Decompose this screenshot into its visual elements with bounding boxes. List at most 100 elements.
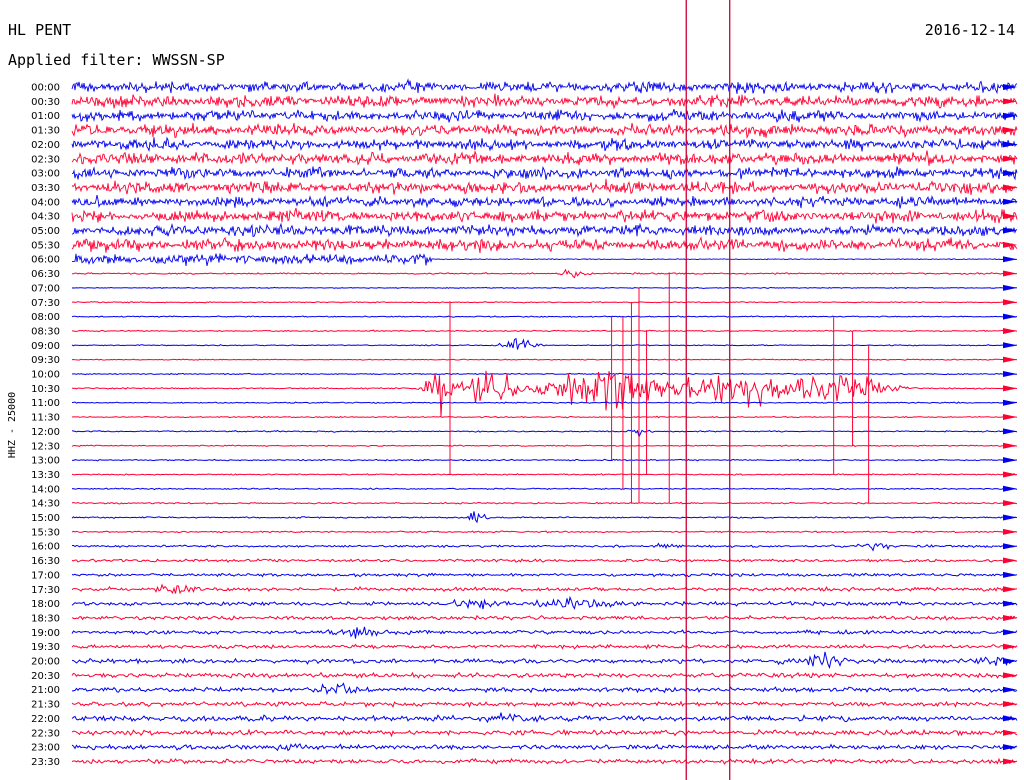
trace-line-0800	[71, 315, 1018, 318]
trace-end-arrow	[1003, 686, 1017, 693]
time-tick-label: 14:30	[31, 499, 60, 510]
time-tick-label: 09:30	[31, 355, 60, 366]
trace-end-arrow	[1003, 356, 1017, 363]
trace-end-arrow	[1003, 500, 1017, 507]
trace-end-arrow	[1003, 256, 1017, 263]
trace-line-1900	[71, 626, 1018, 639]
trace-line-0730	[71, 301, 1018, 304]
trace-end-arrow	[1003, 313, 1017, 320]
time-tick-label: 02:00	[31, 140, 60, 151]
trace-end-arrow	[1003, 442, 1017, 449]
time-tick-label: 10:00	[31, 370, 60, 381]
trace-end-arrow	[1003, 744, 1017, 751]
trace-end-arrow	[1003, 457, 1017, 464]
time-tick-label: 17:30	[31, 585, 60, 596]
trace-end-arrow	[1003, 758, 1017, 765]
time-tick-label: 06:00	[31, 255, 60, 266]
trace-line-1230	[71, 444, 1018, 447]
trace-line-0700	[71, 286, 1018, 290]
trace-end-arrow	[1003, 327, 1017, 334]
trace-line-0530	[71, 235, 1018, 254]
time-tick-label: 15:30	[31, 527, 60, 538]
trace-line-1600	[71, 542, 1018, 552]
trace-line-1630	[71, 558, 1018, 564]
trace-end-arrow	[1003, 399, 1017, 406]
trace-line-2100	[71, 682, 1018, 696]
trace-line-0430	[71, 207, 1018, 224]
time-tick-label: 08:30	[31, 326, 60, 337]
time-tick-label: 14:00	[31, 484, 60, 495]
trace-line-1000	[71, 372, 1017, 376]
time-tick-label: 04:30	[31, 212, 60, 223]
time-tick-label: 22:00	[31, 714, 60, 725]
time-tick-label: 17:00	[31, 570, 60, 581]
time-tick-label: 21:00	[31, 685, 60, 696]
trace-end-arrow	[1003, 270, 1017, 277]
time-tick-label: 00:00	[31, 83, 60, 94]
trace-line-0130	[71, 122, 1018, 139]
trace-end-arrow	[1003, 414, 1017, 421]
trace-line-1130	[71, 415, 1018, 419]
trace-end-arrow	[1003, 514, 1017, 521]
trace-line-0000	[71, 78, 1018, 95]
seismogram-plot: 00:00 00:30 01:00 01:30 02:00 02:30 03:00 03:30…	[31, 0, 1018, 780]
time-tick-label: 13:30	[31, 470, 60, 481]
trace-end-arrow	[1003, 428, 1017, 435]
trace-line-1330	[71, 473, 1018, 476]
trace-end-arrow	[1003, 170, 1017, 177]
trace-line-1400	[71, 487, 1018, 491]
trace-end-arrow	[1003, 471, 1017, 478]
trace-line-2230	[71, 728, 1018, 738]
time-tick-label: 23:30	[31, 757, 60, 768]
time-tick-label: 20:30	[31, 671, 60, 682]
trace-line-1730	[71, 583, 1018, 595]
time-tick-label: 16:30	[31, 556, 60, 567]
time-tick-label: 05:00	[31, 226, 60, 237]
trace-line-0230	[71, 149, 1018, 166]
time-tick-label: 01:00	[31, 111, 60, 122]
helicorder-figure: HL PENT 2016-12-14 Applied filter: WWSSN…	[0, 0, 1024, 780]
time-tick-label: 21:30	[31, 700, 60, 711]
time-tick-label: 15:00	[31, 513, 60, 524]
trace-line-0900	[71, 337, 1018, 350]
time-tick-label: 18:30	[31, 613, 60, 624]
time-tick-label: 10:30	[31, 384, 60, 395]
time-tick-label: 11:00	[31, 398, 60, 409]
trace-end-arrow	[1003, 643, 1017, 650]
time-tick-label: 12:30	[31, 441, 60, 452]
time-tick-label: 08:00	[31, 312, 60, 323]
trace-line-0030	[71, 93, 1018, 110]
time-tick-label: 18:00	[31, 599, 60, 610]
time-tick-label: 16:00	[31, 542, 60, 553]
trace-end-arrow	[1003, 557, 1017, 564]
trace-end-arrow	[1003, 543, 1017, 550]
trace-line-0100	[71, 109, 1018, 123]
trace-line-2130	[71, 700, 1018, 708]
time-tick-label: 03:00	[31, 169, 60, 180]
trace-line-1700	[71, 572, 1018, 578]
trace-end-arrow	[1003, 342, 1017, 349]
trace-end-arrow	[1003, 586, 1017, 593]
trace-end-arrow	[1003, 614, 1017, 621]
trace-line-0200	[71, 136, 1018, 152]
time-tick-label: 19:30	[31, 642, 60, 653]
trace-end-arrow	[1003, 284, 1017, 291]
trace-line-1030	[71, 370, 1018, 417]
time-tick-label: 22:30	[31, 728, 60, 739]
trace-line-0300	[71, 166, 1018, 181]
trace-line-1800	[71, 595, 1018, 610]
trace-line-1100	[71, 401, 1018, 405]
time-tick-label: 05:30	[31, 240, 60, 251]
trace-line-0330	[71, 178, 1018, 195]
trace-end-arrow	[1003, 672, 1017, 679]
trace-end-arrow	[1003, 715, 1017, 722]
time-tick-label: 06:30	[31, 269, 60, 280]
time-tick-label: 19:00	[31, 628, 60, 639]
trace-line-0930	[71, 358, 1018, 361]
trace-line-1430	[71, 501, 1018, 505]
time-tick-label: 13:00	[31, 456, 60, 467]
time-tick-label: 20:00	[31, 657, 60, 668]
trace-end-arrow	[1003, 485, 1017, 492]
trace-end-arrow	[1003, 385, 1017, 392]
time-tick-label: 03:30	[31, 183, 60, 194]
